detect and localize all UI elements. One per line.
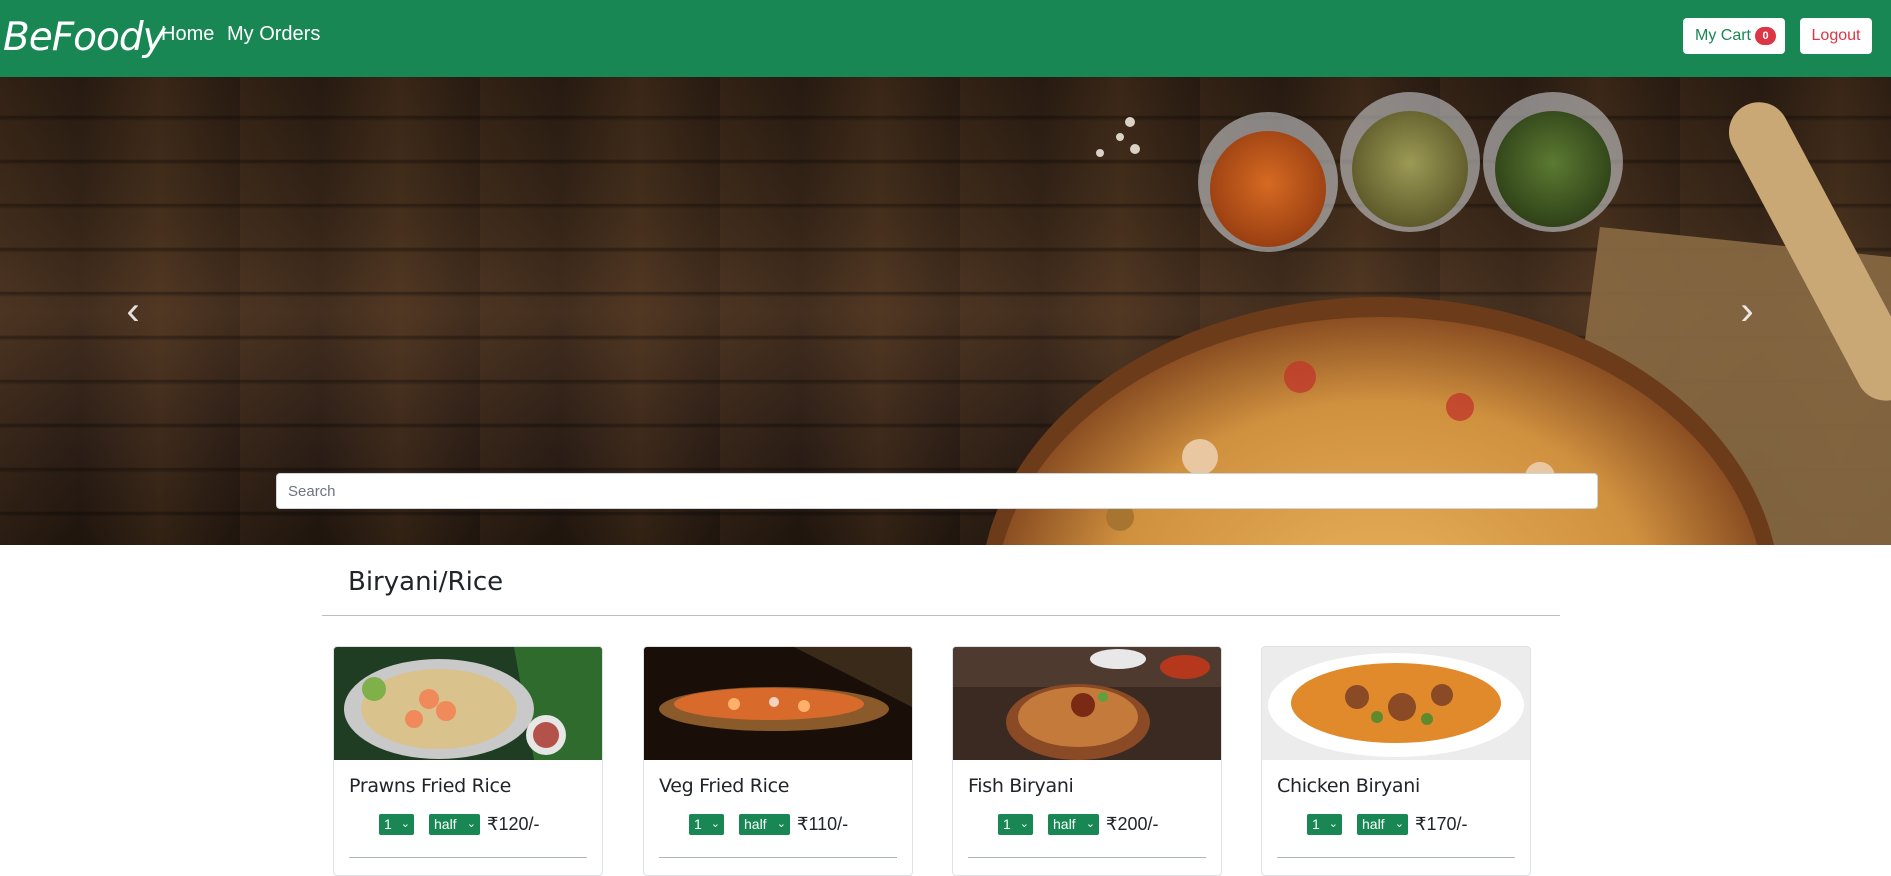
logout-button[interactable]: Logout — [1800, 18, 1872, 54]
navbar: BeFoody Home My Orders My Cart 0 Logout — [0, 0, 1891, 77]
my-cart-label: My Cart — [1695, 27, 1751, 44]
quantity-select[interactable]: 1 ⌄ — [689, 814, 724, 835]
food-name: Prawns Fried Rice — [349, 775, 512, 797]
chevron-down-icon: ⌄ — [466, 818, 476, 830]
hero-carousel: ‹ › — [0, 77, 1891, 545]
size-select[interactable]: half ⌄ — [739, 814, 790, 835]
size-select[interactable]: half ⌄ — [429, 814, 480, 835]
size-value: half — [1362, 816, 1385, 832]
food-price: ₹200/- — [1106, 814, 1159, 834]
category-title: Biryani/Rice — [348, 567, 504, 597]
food-card: Fish Biryani 1 ⌄ half ⌄ ₹200/- — [952, 646, 1222, 876]
carousel-next-icon[interactable]: › — [1727, 287, 1767, 335]
food-name: Chicken Biryani — [1277, 775, 1420, 797]
size-value: half — [434, 816, 457, 832]
chevron-down-icon: ⌄ — [1085, 818, 1095, 830]
card-divider — [659, 857, 897, 858]
card-divider — [349, 857, 587, 858]
brand-logo[interactable]: BeFoody — [3, 12, 166, 64]
card-divider — [968, 857, 1206, 858]
food-price: ₹110/- — [797, 814, 849, 834]
veg-fried-rice-image — [644, 647, 912, 760]
food-name: Fish Biryani — [968, 775, 1074, 797]
carousel-prev-icon[interactable]: ‹ — [113, 287, 153, 335]
food-price: ₹170/- — [1415, 814, 1468, 834]
quantity-value: 1 — [384, 816, 392, 832]
size-select[interactable]: half ⌄ — [1048, 814, 1099, 835]
nav-home-link[interactable]: Home — [161, 21, 214, 47]
quantity-value: 1 — [1003, 816, 1011, 832]
nav-my-orders-link[interactable]: My Orders — [227, 21, 320, 47]
quantity-select[interactable]: 1 ⌄ — [379, 814, 414, 835]
food-name: Veg Fried Rice — [659, 775, 790, 797]
size-value: half — [1053, 816, 1076, 832]
category-divider — [322, 615, 1560, 616]
chevron-down-icon: ⌄ — [1394, 818, 1404, 830]
food-card: Prawns Fried Rice 1 ⌄ half ⌄ ₹120/- — [333, 646, 603, 876]
card-divider — [1277, 857, 1515, 858]
cart-count-badge: 0 — [1755, 27, 1776, 45]
quantity-select[interactable]: 1 ⌄ — [1307, 814, 1342, 835]
chevron-down-icon: ⌄ — [400, 818, 410, 830]
prawns-fried-rice-image — [334, 647, 602, 760]
chevron-down-icon: ⌄ — [776, 818, 786, 830]
food-price: ₹120/- — [487, 814, 540, 834]
search-input[interactable] — [276, 473, 1598, 509]
size-value: half — [744, 816, 767, 832]
food-card: Veg Fried Rice 1 ⌄ half ⌄ ₹110/- — [643, 646, 913, 876]
chevron-down-icon: ⌄ — [1019, 818, 1029, 830]
chicken-biryani-image — [1262, 647, 1530, 760]
food-card: Chicken Biryani 1 ⌄ half ⌄ ₹170/- — [1261, 646, 1531, 876]
my-cart-button[interactable]: My Cart 0 — [1683, 18, 1785, 54]
quantity-value: 1 — [1312, 816, 1320, 832]
fish-biryani-image — [953, 647, 1221, 760]
size-select[interactable]: half ⌄ — [1357, 814, 1408, 835]
quantity-select[interactable]: 1 ⌄ — [998, 814, 1033, 835]
chevron-down-icon: ⌄ — [1328, 818, 1338, 830]
quantity-value: 1 — [694, 816, 702, 832]
chevron-down-icon: ⌄ — [710, 818, 720, 830]
